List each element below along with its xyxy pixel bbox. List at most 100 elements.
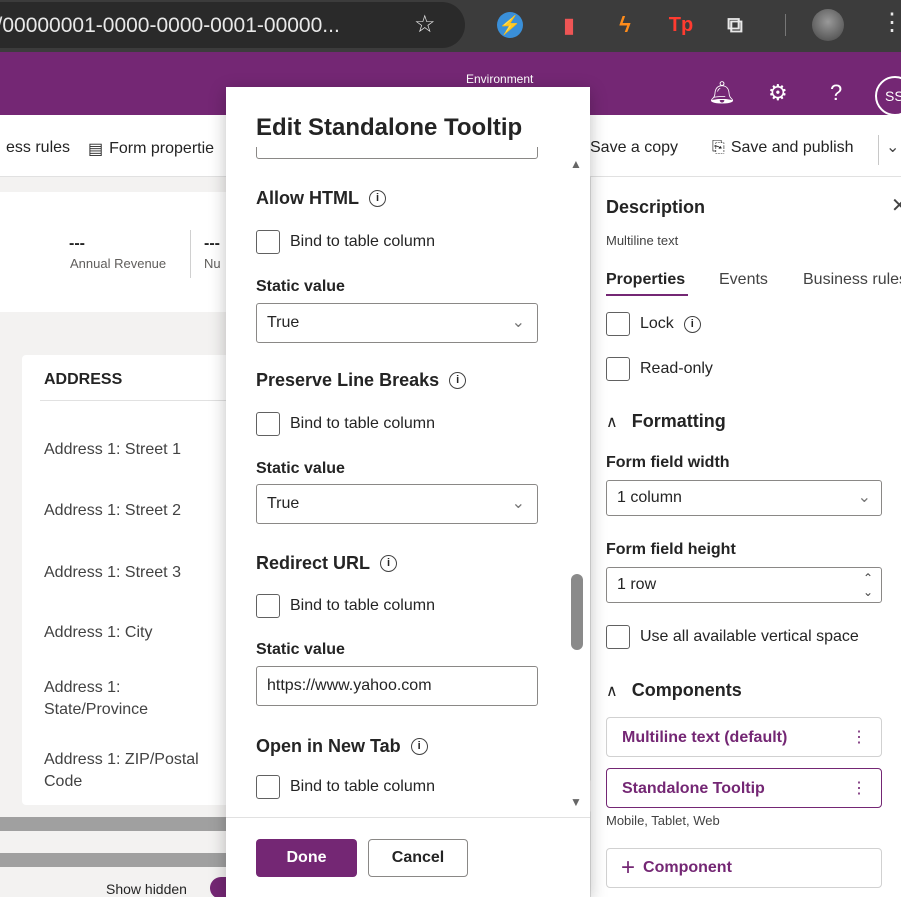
address-field[interactable]: Address 1: City bbox=[44, 622, 214, 644]
bind-to-column-checkbox[interactable] bbox=[256, 775, 280, 799]
dialog-footer-divider bbox=[226, 817, 590, 818]
allow-html-bind-row[interactable]: Bind to table column bbox=[256, 230, 435, 254]
add-component-button[interactable]: + Component bbox=[606, 848, 882, 888]
rocket-icon[interactable]: ▮ bbox=[556, 12, 582, 38]
active-tab-indicator bbox=[606, 294, 688, 296]
properties-panel: Description ✕ Multiline text Properties … bbox=[590, 177, 901, 897]
gear-icon[interactable]: ⚙ bbox=[768, 80, 788, 106]
scroll-up-icon[interactable]: ▲ bbox=[570, 157, 582, 171]
close-icon[interactable]: ✕ bbox=[891, 193, 901, 218]
cancel-button[interactable]: Cancel bbox=[368, 839, 468, 877]
lock-checkbox[interactable] bbox=[606, 312, 630, 336]
address-field[interactable]: Address 1: Street 1 bbox=[44, 439, 214, 461]
tab-properties[interactable]: Properties bbox=[606, 271, 685, 289]
save-publish-icon: ⎘ bbox=[712, 139, 725, 156]
field-type: Multiline text bbox=[606, 233, 679, 248]
chevron-down-icon[interactable]: ⌄ bbox=[886, 137, 899, 157]
scrollbar-thumb[interactable] bbox=[571, 574, 583, 650]
address-divider bbox=[40, 400, 240, 401]
help-icon[interactable]: ? bbox=[830, 80, 842, 106]
more-options-icon[interactable]: ⋮ bbox=[851, 727, 867, 747]
component-label: Multiline text (default) bbox=[622, 729, 788, 746]
redirect-url-input[interactable]: https://www.yahoo.com bbox=[256, 666, 538, 706]
static-value-label: Static value bbox=[256, 460, 345, 477]
save-publish-label: Save and publish bbox=[730, 139, 854, 156]
bolt-icon[interactable]: ϟ bbox=[612, 12, 638, 38]
allow-html-heading: Allow HTML i bbox=[256, 188, 386, 209]
address-bar[interactable]: s/00000001-0000-0000-0001-00000... bbox=[0, 2, 465, 48]
component-label: Standalone Tooltip bbox=[622, 780, 765, 797]
preserve-line-breaks-value: True bbox=[267, 495, 300, 512]
address-field[interactable]: Address 1: Street 3 bbox=[44, 562, 214, 584]
text-input[interactable] bbox=[256, 147, 538, 159]
info-icon[interactable]: i bbox=[368, 190, 386, 207]
annual-revenue-value: --- bbox=[69, 235, 85, 252]
bind-to-column-checkbox[interactable] bbox=[256, 230, 280, 254]
bind-to-column-label: Bind to table column bbox=[290, 597, 435, 614]
save-publish-button[interactable]: ⎘ Save and publish bbox=[712, 139, 854, 157]
address-field[interactable]: Address 1: Street 2 bbox=[44, 500, 214, 522]
more-options-icon[interactable]: ⋮ bbox=[851, 778, 867, 798]
bind-to-column-checkbox[interactable] bbox=[256, 412, 280, 436]
allow-html-value: True bbox=[267, 314, 300, 331]
open-new-tab-label: Open in New Tab bbox=[256, 736, 401, 756]
save-copy-button[interactable]: Save a copy bbox=[590, 139, 678, 157]
read-only-checkbox[interactable] bbox=[606, 357, 630, 381]
browser-profile-avatar[interactable] bbox=[812, 9, 844, 41]
chevron-up-icon: ∧ bbox=[606, 413, 618, 431]
star-icon[interactable]: ☆ bbox=[414, 10, 436, 39]
redirect-url-bind-row[interactable]: Bind to table column bbox=[256, 594, 435, 618]
open-new-tab-bind-row[interactable]: Bind to table column bbox=[256, 775, 435, 799]
business-rules-button[interactable]: ess rules bbox=[6, 139, 70, 157]
command-divider bbox=[878, 135, 879, 165]
preserve-line-breaks-bind-row[interactable]: Bind to table column bbox=[256, 412, 435, 436]
preserve-line-breaks-select[interactable]: True ⌄ bbox=[256, 484, 538, 524]
tab-events[interactable]: Events bbox=[719, 271, 768, 289]
tp-icon[interactable]: Tp bbox=[668, 12, 694, 38]
address-field[interactable]: Address 1: State/Province bbox=[44, 677, 184, 721]
form-field-height-value: 1 row bbox=[617, 576, 657, 593]
formatting-heading: Formatting bbox=[631, 411, 726, 431]
redirect-url-value: https://www.yahoo.com bbox=[267, 677, 432, 694]
allow-html-select[interactable]: True ⌄ bbox=[256, 303, 538, 343]
spin-button-icon[interactable]: ⌃ ⌄ bbox=[863, 571, 873, 599]
chevron-up-icon: ∧ bbox=[606, 682, 618, 700]
use-all-space-checkbox[interactable] bbox=[606, 625, 630, 649]
form-field-width-select[interactable]: 1 column ⌄ bbox=[606, 480, 882, 516]
browser-menu-icon[interactable]: ⋮ bbox=[880, 8, 901, 37]
dialog-scroll-area[interactable]: Allow HTML i Bind to table column Static… bbox=[226, 147, 590, 817]
bind-to-column-checkbox[interactable] bbox=[256, 594, 280, 618]
number-label[interactable]: Nu bbox=[204, 256, 221, 271]
component-card-tooltip[interactable]: Standalone Tooltip ⋮ bbox=[606, 768, 882, 808]
components-section-header[interactable]: ∧ Components bbox=[606, 680, 742, 701]
form-properties-icon: ▤ bbox=[88, 141, 104, 158]
horizontal-scrollbar[interactable] bbox=[0, 817, 226, 831]
info-icon[interactable]: i bbox=[683, 315, 701, 333]
annual-revenue-label[interactable]: Annual Revenue bbox=[70, 256, 166, 271]
use-all-space-row[interactable]: Use all available vertical space bbox=[606, 625, 859, 649]
formatting-section-header[interactable]: ∧ Formatting bbox=[606, 411, 726, 432]
puzzle-icon[interactable]: ⧉ bbox=[722, 12, 748, 38]
user-avatar[interactable]: SS bbox=[875, 76, 901, 116]
form-properties-button[interactable]: ▤ Form propertie bbox=[88, 139, 214, 159]
bolt-circle-icon[interactable]: ⚡ bbox=[497, 12, 523, 38]
chevron-down-icon: ⌄ bbox=[857, 489, 871, 506]
lock-label: Lock bbox=[640, 315, 674, 332]
tab-business-rules[interactable]: Business rules bbox=[803, 271, 901, 289]
component-card-multiline[interactable]: Multiline text (default) ⋮ bbox=[606, 717, 882, 757]
form-canvas: --- Annual Revenue --- Nu ADDRESS Addres… bbox=[0, 177, 240, 897]
scroll-down-icon[interactable]: ▼ bbox=[570, 795, 582, 809]
read-only-checkbox-row[interactable]: Read-only bbox=[606, 357, 713, 381]
done-button[interactable]: Done bbox=[256, 839, 357, 877]
info-icon[interactable]: i bbox=[410, 738, 428, 755]
address-field[interactable]: Address 1: ZIP/Postal Code bbox=[44, 749, 214, 793]
static-value-label: Static value bbox=[256, 641, 345, 658]
form-field-height-input[interactable]: 1 row ⌃ ⌄ bbox=[606, 567, 882, 603]
info-icon[interactable]: i bbox=[449, 372, 467, 389]
info-icon[interactable]: i bbox=[380, 555, 398, 572]
url-text[interactable]: s/00000001-0000-0000-0001-00000... bbox=[0, 14, 340, 38]
lock-checkbox-row[interactable]: Lock i bbox=[606, 312, 701, 336]
horizontal-scrollbar[interactable] bbox=[0, 853, 226, 867]
chevron-down-icon: ⌄ bbox=[511, 314, 525, 331]
bell-icon[interactable]: 🔔︎ bbox=[708, 80, 736, 106]
